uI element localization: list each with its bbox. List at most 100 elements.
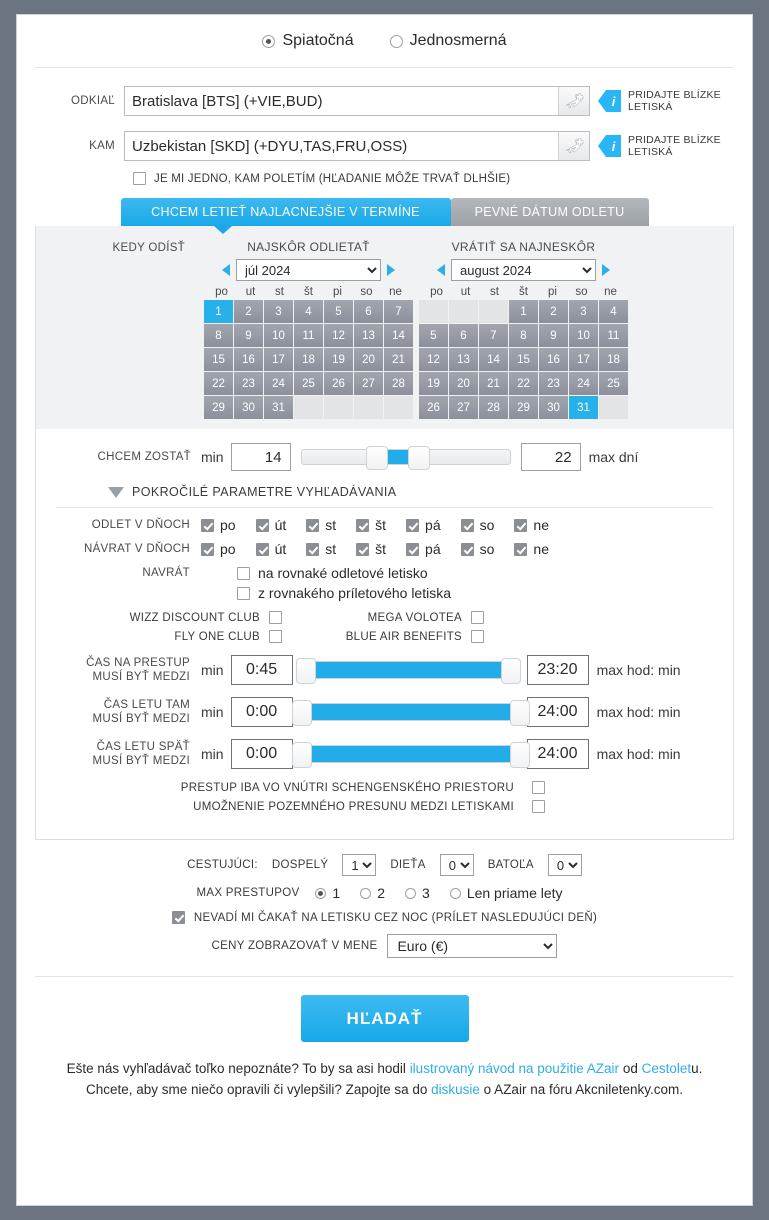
blue-air-benefits-checkbox[interactable]	[471, 630, 484, 643]
return-day-19[interactable]: 19	[419, 372, 448, 395]
depart-day-28[interactable]: 28	[384, 372, 413, 395]
return-month-select[interactable]: august 2024	[451, 259, 596, 281]
search-button[interactable]: HĽADAŤ	[300, 995, 469, 1042]
wizz-discount-club-checkbox[interactable]	[269, 611, 282, 624]
depart-day-22[interactable]: 22	[204, 372, 233, 395]
depart-day-6[interactable]: 6	[354, 300, 383, 323]
radio-return-icon[interactable]	[262, 34, 276, 48]
to-input[interactable]	[124, 131, 590, 161]
depart-day-14[interactable]: 14	[384, 324, 413, 347]
advanced-toggle[interactable]: POKROČILÉ PARAMETRE VYHĽADÁVANIA	[36, 481, 733, 507]
depart-day-20[interactable]: 20	[354, 348, 383, 371]
return-day-24[interactable]: 24	[569, 372, 598, 395]
return-day-11[interactable]: 11	[599, 324, 628, 347]
depart-day-24[interactable]: 24	[264, 372, 293, 395]
depart-day-10[interactable]: 10	[264, 324, 293, 347]
stay-max-input[interactable]	[520, 443, 581, 471]
max-stops-option-direct[interactable]: Len priame lety	[449, 885, 563, 901]
depart-day-26[interactable]: 26	[324, 372, 353, 395]
return-day-13[interactable]: 13	[449, 348, 478, 371]
overnight-checkbox[interactable]	[171, 911, 185, 924]
same-arrival-airport-checkbox[interactable]	[237, 586, 250, 600]
return-day-9[interactable]: 9	[539, 324, 568, 347]
depart-day-2[interactable]: 2	[234, 300, 263, 323]
return-day-18[interactable]: 18	[599, 348, 628, 371]
depart-day-so[interactable]: so	[460, 517, 494, 533]
depart-day-8[interactable]: 8	[204, 324, 233, 347]
info-icon[interactable]: i	[606, 135, 621, 157]
depart-day-18[interactable]: 18	[294, 348, 323, 371]
infant-select[interactable]: 0	[547, 854, 582, 876]
stay-slider[interactable]	[300, 446, 511, 470]
ground-transfer-row[interactable]: UMOŽNENIE POZEMNÉHO PRESUNU MEDZI LETISK…	[193, 800, 545, 813]
return-day-3[interactable]: 3	[569, 300, 598, 323]
trip-type-oneway[interactable]: Jednosmerná	[389, 32, 507, 50]
return-day-pá[interactable]: pá	[406, 541, 441, 557]
depart-day-12[interactable]: 12	[324, 324, 353, 347]
footer-guide-link[interactable]: ilustrovaný návod na použitie AZair	[410, 1061, 619, 1076]
return-day-checkbox-št[interactable]	[356, 542, 370, 556]
return-day-17[interactable]: 17	[569, 348, 598, 371]
return-day-checkbox-út[interactable]	[255, 542, 269, 556]
return-day-so[interactable]: so	[460, 541, 494, 557]
chevron-right-icon[interactable]	[602, 264, 610, 276]
depart-day-št[interactable]: št	[356, 517, 386, 533]
depart-day-checkbox-ne[interactable]	[514, 518, 528, 532]
return-day-ne[interactable]: ne	[514, 541, 549, 557]
max-stops-option-2[interactable]: 2	[360, 885, 385, 901]
return-day-po[interactable]: po	[201, 541, 236, 557]
triangle-down-icon[interactable]	[108, 486, 124, 498]
tab-fixed-departure-date[interactable]: PEVNÉ DÁTUM ODLETU	[450, 198, 649, 226]
return-day-31[interactable]: 31	[569, 396, 598, 419]
depart-day-checkbox-út[interactable]	[255, 518, 269, 532]
radio-stops-1-icon[interactable]	[315, 887, 327, 899]
tab-cheapest-in-period[interactable]: CHCEM LETIEŤ NAJLACNEJŠIE V TERMÍNE	[120, 198, 451, 226]
depart-day-16[interactable]: 16	[234, 348, 263, 371]
return-day-27[interactable]: 27	[449, 396, 478, 419]
max-stops-option-3[interactable]: 3	[405, 885, 430, 901]
anywhere-row[interactable]: JE MI JEDNO, KAM POLETÍM (HĽADANIE MÔŽE …	[17, 172, 752, 185]
depart-day-30[interactable]: 30	[234, 396, 263, 419]
child-select[interactable]: 0	[439, 854, 474, 876]
radio-oneway-icon[interactable]	[389, 34, 403, 48]
return-day-2[interactable]: 2	[539, 300, 568, 323]
return-day-26[interactable]: 26	[419, 396, 448, 419]
return-day-st[interactable]: st	[306, 541, 336, 557]
return-day-29[interactable]: 29	[509, 396, 538, 419]
stay-slider-max-handle[interactable]	[408, 446, 431, 470]
overnight-row[interactable]: NEVADÍ MI ČAKAŤ NA LETISKU CEZ NOC (PRÍL…	[17, 911, 752, 924]
depart-day-25[interactable]: 25	[294, 372, 323, 395]
outbound-flight-time-slider-max-handle[interactable]	[509, 700, 530, 726]
return-day-4[interactable]: 4	[599, 300, 628, 323]
depart-day-11[interactable]: 11	[294, 324, 323, 347]
depart-day-po[interactable]: po	[201, 517, 236, 533]
transfer-time-slider[interactable]	[295, 658, 521, 684]
depart-day-17[interactable]: 17	[264, 348, 293, 371]
depart-day-7[interactable]: 7	[384, 300, 413, 323]
return-day-22[interactable]: 22	[509, 372, 538, 395]
depart-day-3[interactable]: 3	[264, 300, 293, 323]
max-stops-option-1[interactable]: 1	[315, 885, 340, 901]
return-day-16[interactable]: 16	[539, 348, 568, 371]
transfer-time-max-input[interactable]	[526, 655, 589, 685]
return-day-14[interactable]: 14	[479, 348, 508, 371]
stay-min-input[interactable]	[230, 443, 291, 471]
anywhere-checkbox[interactable]	[133, 172, 146, 185]
from-input[interactable]	[124, 86, 590, 116]
return-day-28[interactable]: 28	[479, 396, 508, 419]
depart-day-5[interactable]: 5	[324, 300, 353, 323]
depart-day-1[interactable]: 1	[204, 300, 233, 323]
return-day-1[interactable]: 1	[509, 300, 538, 323]
return-flight-time-min-input[interactable]	[230, 739, 293, 769]
depart-day-4[interactable]: 4	[294, 300, 323, 323]
depart-day-checkbox-st[interactable]	[306, 518, 320, 532]
currency-select[interactable]: Euro (€)	[387, 934, 558, 958]
outbound-flight-time-slider-min-handle[interactable]	[291, 700, 312, 726]
outbound-flight-time-min-input[interactable]	[230, 697, 293, 727]
depart-day-checkbox-po[interactable]	[201, 518, 214, 532]
adult-select[interactable]: 1	[342, 854, 377, 876]
info-icon[interactable]: i	[606, 90, 621, 112]
return-day-út[interactable]: út	[255, 541, 286, 557]
same-arrival-airport-option[interactable]: z rovnakého príletového letiska	[237, 585, 451, 601]
footer-cestolet-link[interactable]: Cestolet	[642, 1061, 692, 1076]
